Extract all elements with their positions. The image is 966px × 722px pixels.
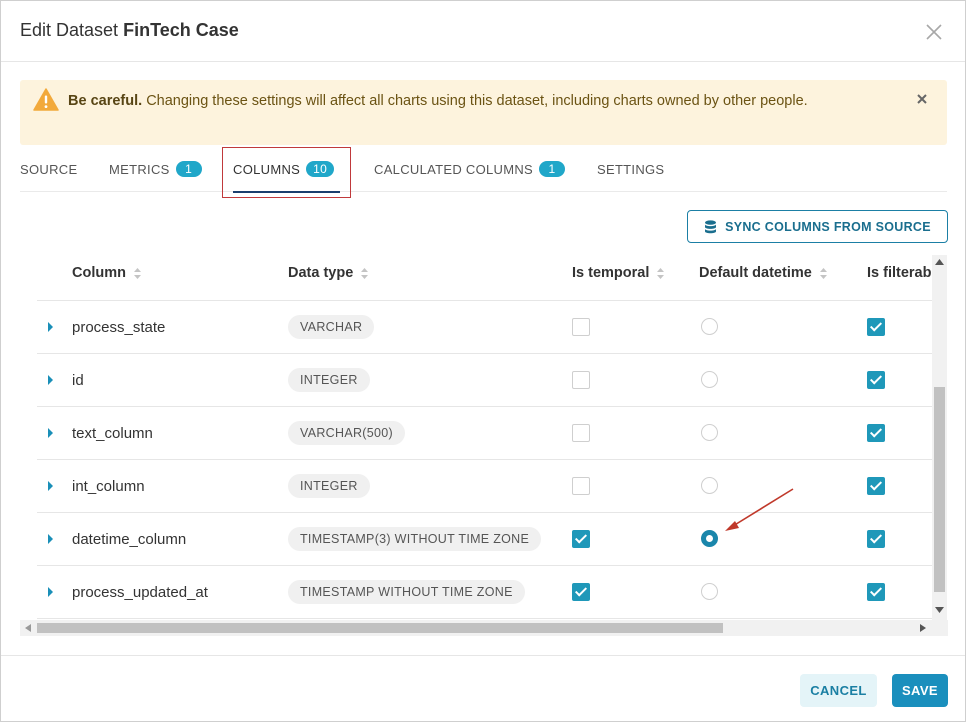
column-name: process_state: [72, 319, 166, 336]
is-filterable-checkbox[interactable]: [867, 583, 885, 601]
scroll-down-arrow-icon[interactable]: [935, 607, 944, 613]
tab-bar: SOURCE METRICS 1 COLUMNS 10 CALCULATED C…: [20, 146, 947, 192]
dataset-name: FinTech Case: [123, 20, 239, 40]
data-type-tag: VARCHAR(500): [288, 421, 405, 445]
warning-icon: [33, 88, 59, 111]
sort-icon[interactable]: [361, 267, 369, 279]
default-datetime-radio[interactable]: [701, 583, 718, 600]
is-filterable-checkbox[interactable]: [867, 371, 885, 389]
sort-icon[interactable]: [657, 267, 665, 279]
default-datetime-radio[interactable]: [701, 477, 718, 494]
tab-count-badge: 1: [539, 161, 566, 177]
vertical-scrollbar[interactable]: [932, 255, 947, 620]
header-label: Column: [72, 265, 126, 281]
table-row: text_column VARCHAR(500): [37, 407, 932, 460]
modal-title-prefix: Edit Dataset: [20, 20, 119, 40]
data-type-tag: TIMESTAMP(3) WITHOUT TIME ZONE: [288, 527, 542, 551]
is-filterable-checkbox[interactable]: [867, 424, 885, 442]
header-is-temporal[interactable]: Is temporal: [572, 265, 665, 281]
is-temporal-checkbox[interactable]: [572, 530, 590, 548]
tab-label: SETTINGS: [597, 161, 665, 177]
is-filterable-checkbox[interactable]: [867, 477, 885, 495]
is-temporal-checkbox[interactable]: [572, 318, 590, 336]
sync-button-label: SYNC COLUMNS FROM SOURCE: [725, 219, 931, 234]
header-column[interactable]: Column: [72, 265, 141, 281]
columns-table: Column Data type Is temporal Default dat…: [20, 247, 948, 637]
header-data-type[interactable]: Data type: [288, 265, 369, 281]
vertical-scroll-thumb[interactable]: [934, 387, 945, 592]
is-filterable-checkbox[interactable]: [867, 318, 885, 336]
horizontal-scrollbar[interactable]: [20, 620, 948, 636]
data-type-tag: INTEGER: [288, 474, 370, 498]
cancel-button[interactable]: CANCEL: [800, 674, 877, 707]
alert-close-icon[interactable]: [916, 93, 928, 105]
expand-row-icon[interactable]: [48, 428, 53, 438]
tab-count-badge: 1: [175, 161, 202, 177]
annotation-highlight-box: [222, 147, 351, 198]
column-name: process_updated_at: [72, 584, 208, 601]
default-datetime-radio[interactable]: [701, 424, 718, 441]
alert-text: Be careful. Changing these settings will…: [68, 89, 868, 114]
save-button[interactable]: SAVE: [892, 674, 948, 707]
is-filterable-checkbox[interactable]: [867, 530, 885, 548]
column-name: int_column: [72, 478, 145, 495]
tab-calculated-columns[interactable]: CALCULATED COLUMNS 1: [374, 146, 566, 192]
tab-label: CALCULATED COLUMNS: [374, 161, 534, 177]
table-row: process_updated_at TIMESTAMP WITHOUT TIM…: [37, 566, 932, 619]
horizontal-scroll-thumb[interactable]: [37, 623, 723, 633]
scroll-up-arrow-icon[interactable]: [935, 259, 944, 265]
table-row: process_state VARCHAR: [37, 301, 932, 354]
tab-label: METRICS: [109, 161, 170, 177]
warning-alert: Be careful. Changing these settings will…: [20, 80, 947, 145]
table-header: Column Data type Is temporal Default dat…: [37, 247, 944, 301]
is-temporal-checkbox[interactable]: [572, 371, 590, 389]
header-label: Is temporal: [572, 265, 650, 281]
modal-title: Edit Dataset FinTech Case: [20, 20, 239, 41]
expand-row-icon[interactable]: [48, 481, 53, 491]
alert-message: Changing these settings will affect all …: [146, 93, 808, 109]
table-row: int_column INTEGER: [37, 460, 932, 513]
is-temporal-checkbox[interactable]: [572, 424, 590, 442]
default-datetime-radio[interactable]: [701, 318, 718, 335]
tab-label: SOURCE: [20, 161, 78, 177]
data-type-tag: VARCHAR: [288, 315, 375, 339]
edit-dataset-modal: Edit Dataset FinTech Case Be careful. Ch…: [0, 0, 966, 722]
modal-header: Edit Dataset FinTech Case: [1, 1, 965, 62]
is-temporal-checkbox[interactable]: [572, 583, 590, 601]
sync-columns-button[interactable]: SYNC COLUMNS FROM SOURCE: [687, 210, 948, 243]
scroll-left-arrow-icon[interactable]: [25, 624, 31, 632]
sort-icon[interactable]: [133, 267, 141, 279]
default-datetime-radio[interactable]: [701, 530, 718, 547]
alert-bold: Be careful.: [68, 93, 143, 109]
is-temporal-checkbox[interactable]: [572, 477, 590, 495]
expand-row-icon[interactable]: [48, 534, 53, 544]
expand-row-icon[interactable]: [48, 375, 53, 385]
table-row: datetime_column TIMESTAMP(3) WITHOUT TIM…: [37, 513, 932, 566]
table-row: id INTEGER: [37, 354, 932, 407]
tab-source[interactable]: SOURCE: [20, 146, 77, 192]
data-type-tag: INTEGER: [288, 368, 370, 392]
expand-row-icon[interactable]: [48, 322, 53, 332]
database-icon: [705, 219, 717, 233]
column-name: datetime_column: [72, 531, 187, 548]
expand-row-icon[interactable]: [48, 587, 53, 597]
tab-settings[interactable]: SETTINGS: [597, 146, 664, 192]
sort-icon[interactable]: [819, 267, 827, 279]
header-label: Data type: [288, 265, 354, 281]
column-name: id: [72, 372, 84, 389]
header-default-datetime[interactable]: Default datetime: [699, 265, 827, 281]
column-name: text_column: [72, 425, 153, 442]
tab-metrics[interactable]: METRICS 1: [109, 146, 202, 192]
data-type-tag: TIMESTAMP WITHOUT TIME ZONE: [288, 580, 525, 604]
header-label: Default datetime: [699, 265, 812, 281]
scroll-right-arrow-icon[interactable]: [920, 624, 926, 632]
close-icon[interactable]: [924, 22, 944, 42]
default-datetime-radio[interactable]: [701, 371, 718, 388]
modal-footer: CANCEL SAVE: [1, 655, 965, 722]
